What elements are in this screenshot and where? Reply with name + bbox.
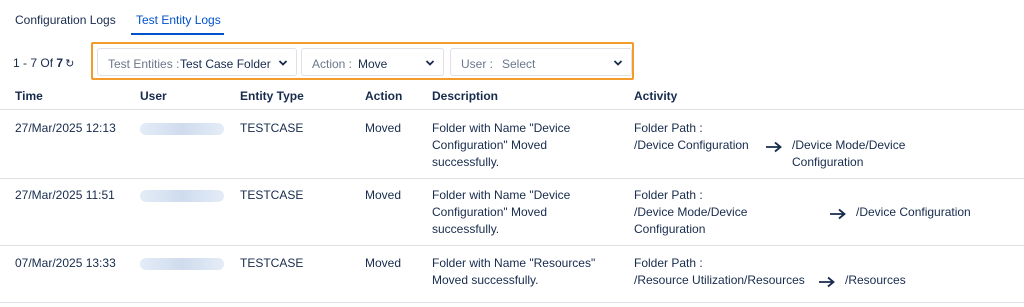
arrow-right-icon	[830, 208, 846, 220]
arrow-right-icon	[766, 141, 782, 153]
activity-to-path: /Device Mode/Device	[792, 138, 906, 152]
cell-description-line: Folder with Name "Device	[432, 121, 571, 135]
cell-entity-type: TESTCASE	[240, 121, 304, 135]
user-filter-placeholder: Select	[502, 57, 536, 71]
tab-test-entity-logs[interactable]: Test Entity Logs	[136, 13, 221, 27]
tab-bar: Configuration Logs Test Entity Logs	[0, 0, 1024, 35]
chevron-down-icon	[425, 60, 435, 66]
record-count: 1 - 7 Of 7 ↻	[13, 56, 74, 70]
cell-description-line: successfully.	[432, 155, 500, 169]
cell-action: Moved	[365, 121, 402, 135]
column-header-entity-type[interactable]: Entity Type	[240, 89, 304, 103]
refresh-icon[interactable]: ↻	[65, 57, 74, 70]
test-entities-filter[interactable]: Test Entities : Test Case Folder	[97, 48, 297, 76]
cell-description-line: Configuration" Moved	[432, 138, 547, 152]
cell-entity-type: TESTCASE	[240, 256, 304, 270]
row-divider	[0, 245, 1024, 246]
activity-from-path: Configuration	[634, 222, 706, 236]
cell-description-line: Folder with Name "Device	[432, 188, 571, 202]
action-filter-value: Move	[358, 57, 388, 71]
cell-description-line: Moved successfully.	[432, 273, 539, 287]
action-filter[interactable]: Action : Move	[301, 48, 444, 76]
cell-action: Moved	[365, 188, 402, 202]
cell-entity-type: TESTCASE	[240, 188, 304, 202]
activity-label: Folder Path :	[634, 256, 703, 270]
column-header-action[interactable]: Action	[365, 89, 402, 103]
column-header-activity[interactable]: Activity	[634, 89, 677, 103]
activity-from-path: /Device Configuration	[634, 138, 749, 152]
tab-configuration-logs[interactable]: Configuration Logs	[15, 13, 116, 27]
record-range: 1 - 7	[13, 56, 38, 70]
cell-description-line: Folder with Name "Resources"	[432, 256, 596, 270]
user-name-redacted	[140, 258, 224, 270]
activity-to-path: Configuration	[792, 155, 864, 169]
column-header-user[interactable]: User	[140, 89, 167, 103]
row-divider	[0, 178, 1024, 179]
active-tab-indicator	[131, 33, 224, 35]
user-filter-label: User :	[461, 57, 494, 71]
user-name-redacted	[140, 123, 224, 135]
cell-description-line: successfully.	[432, 222, 500, 236]
activity-label: Folder Path :	[634, 188, 703, 202]
row-divider	[0, 302, 1024, 303]
column-header-description[interactable]: Description	[432, 89, 498, 103]
user-name-redacted	[140, 190, 224, 202]
activity-from-path: /Resource Utilization/Resources	[634, 273, 805, 287]
activity-to-path: /Device Configuration	[856, 205, 971, 219]
arrow-right-icon	[819, 276, 835, 288]
cell-action: Moved	[365, 256, 402, 270]
header-divider	[0, 109, 1024, 110]
cell-time: 07/Mar/2025 13:33	[15, 256, 116, 270]
column-header-time[interactable]: Time	[15, 89, 43, 103]
test-entities-filter-label: Test Entities :	[108, 57, 180, 71]
activity-from-path: /Device Mode/Device	[634, 205, 748, 219]
record-total: 7	[56, 56, 64, 70]
cell-time: 27/Mar/2025 11:51	[15, 188, 115, 202]
chevron-down-icon	[278, 60, 288, 66]
activity-to-path: /Resources	[845, 273, 906, 287]
record-of-label: Of	[40, 56, 54, 70]
chevron-down-icon	[613, 60, 623, 66]
action-filter-label: Action :	[312, 57, 353, 71]
activity-label: Folder Path :	[634, 121, 703, 135]
user-filter[interactable]: User : Select	[450, 48, 632, 76]
test-entities-filter-value: Test Case Folder	[180, 57, 271, 71]
cell-description-line: Configuration" Moved	[432, 205, 547, 219]
cell-time: 27/Mar/2025 12:13	[15, 121, 116, 135]
